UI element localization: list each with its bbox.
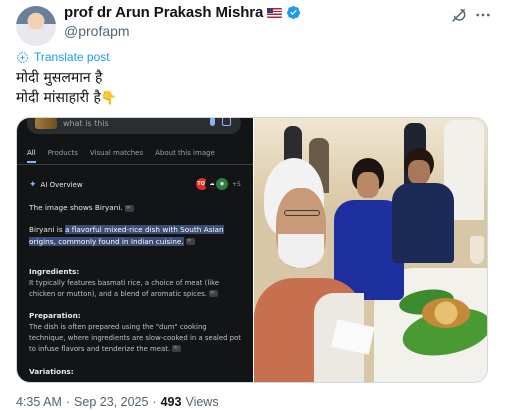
us-flag-icon (267, 7, 283, 18)
source-favicons: TOI ☁ ◉ +5 (195, 177, 241, 191)
post-text: मोदी मुसलमान है मोदी मांसाहारी है👇 (16, 68, 117, 109)
lens-search-bar: what is this (27, 118, 241, 134)
author-row: prof dr Arun Prakash Mishra (64, 4, 301, 21)
photo-woman-face (357, 172, 379, 198)
tabs-divider (17, 164, 253, 165)
photo-woman2-dress (392, 183, 454, 263)
views-label: Views (185, 395, 219, 409)
meta-separator: · (65, 395, 71, 409)
source-favicon-3: ◉ (215, 177, 229, 191)
translate-icon (17, 51, 28, 63)
pointing-down-icon: 👇 (100, 91, 118, 106)
biryani-plate (422, 298, 470, 328)
answer-definition: Biryani is a flavorful mixed-rice dish w… (29, 224, 243, 247)
image-thumbnail (35, 118, 57, 129)
sparkle-icon: ✦ (29, 180, 37, 190)
wine-glass (470, 236, 484, 264)
tab-visual-matches: Visual matches (89, 149, 144, 157)
photo-woman2-face (408, 160, 430, 184)
link-icon (172, 342, 182, 353)
ingredients-text: It typically features basmati rice, a ch… (29, 278, 220, 298)
ai-overview-label: AI Overview (40, 181, 83, 189)
avatar[interactable] (16, 6, 56, 46)
lens-tabs: All Products Visual matches About this i… (27, 149, 215, 163)
verified-badge-icon (287, 5, 301, 20)
author-name[interactable]: prof dr Arun Prakash Mishra (64, 4, 263, 21)
link-icon (208, 287, 218, 298)
grok-icon[interactable] (450, 6, 468, 24)
translate-label: Translate post (34, 50, 110, 64)
tab-products: Products (47, 149, 78, 157)
preparation-section: Preparation: The dish is often prepared … (29, 310, 243, 355)
post-line-2: मोदी मांसाहारी है👇 (16, 88, 117, 109)
author-handle[interactable]: @profapm (64, 23, 130, 39)
google-lens-screenshot[interactable]: what is this All Products Visual matches… (17, 118, 253, 382)
preparation-heading: Preparation: (29, 311, 81, 320)
views-count: 493 (160, 395, 182, 409)
post-media[interactable]: what is this All Products Visual matches… (16, 117, 488, 383)
tab-about-image: About this image (155, 149, 215, 157)
preparation-body: The dish is often prepared using the "du… (29, 322, 243, 355)
link-icon (185, 235, 195, 247)
link-icon (124, 202, 134, 213)
definition-prefix: Biryani is (29, 225, 65, 234)
post-line-2-text: मोदी मांसाहारी है (16, 90, 101, 106)
photo-man-beard (278, 234, 324, 268)
variations-heading: Variations: (29, 367, 74, 376)
search-query: what is this (63, 118, 109, 128)
ingredients-section: Ingredients: It typically features basma… (29, 266, 243, 300)
post-line-1: मोदी मुसलमान है (16, 70, 103, 86)
ai-overview-header: ✦ AI Overview (29, 180, 83, 190)
variations-section: Variations: (29, 366, 243, 378)
definition-suffix: . (181, 236, 184, 246)
more-icon[interactable] (474, 6, 492, 24)
translate-post-link[interactable]: Translate post (16, 50, 110, 64)
answer-intro: The image shows Biryani. (29, 202, 243, 214)
lens-icon (222, 118, 231, 126)
preparation-text: The dish is often prepared using the "du… (29, 322, 241, 353)
dinner-photo[interactable] (254, 118, 487, 382)
tab-all: All (27, 149, 36, 163)
post-meta: 4:35 AM · Sep 23, 2025 · 493 Views (16, 395, 219, 409)
meta-separator: · (152, 395, 157, 409)
answer-intro-text: The image shows Biryani. (29, 203, 123, 212)
post-date[interactable]: Sep 23, 2025 (74, 395, 148, 409)
post-time[interactable]: 4:35 AM (16, 395, 62, 409)
sources-more: +5 (232, 180, 241, 188)
ingredients-body: It typically features basmati rice, a ch… (29, 278, 243, 300)
mic-icon (210, 118, 215, 126)
photo-man-glasses (284, 210, 320, 216)
ingredients-heading: Ingredients: (29, 267, 80, 276)
